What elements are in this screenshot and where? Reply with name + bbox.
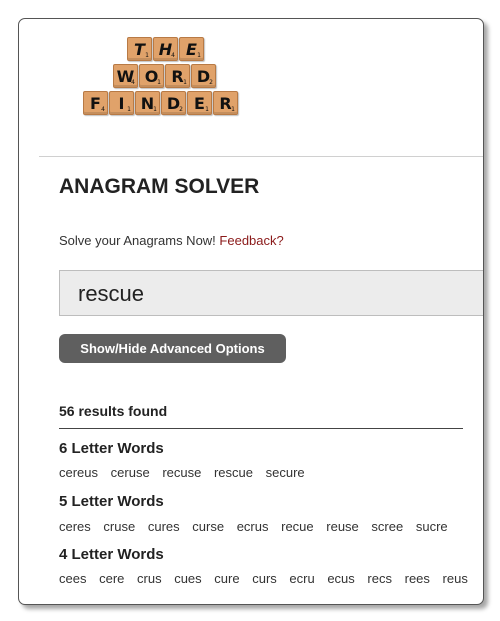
letters-search-input[interactable]: rescue (59, 270, 483, 316)
word-link[interactable]: recue (281, 519, 314, 534)
header-divider (39, 156, 483, 157)
word-link[interactable]: recuse (162, 465, 201, 480)
word-link[interactable]: ceruse (111, 465, 150, 480)
word-link[interactable]: recs (367, 571, 392, 586)
word-link[interactable]: cere (99, 571, 124, 586)
word-link[interactable]: rescue (214, 465, 253, 480)
logo-tile: W4 (113, 64, 138, 88)
logo-tile: E1 (187, 91, 212, 115)
word-link[interactable]: cues (174, 571, 201, 586)
word-link[interactable]: ecru (289, 571, 314, 586)
logo-tile: O1 (139, 64, 164, 88)
word-link[interactable]: cees (59, 571, 86, 586)
the-word-finder-logo[interactable]: T1 H4 E1 W4 O1 R1 D2 F4 I1 N1 D2 E1 R1 (83, 37, 247, 121)
group-title-5-letter: 5 Letter Words (59, 493, 164, 510)
word-link[interactable]: ceres (59, 519, 91, 534)
word-link[interactable]: curse (192, 519, 224, 534)
results-count: 56 results found (59, 403, 168, 419)
logo-tile: D2 (191, 64, 216, 88)
word-link[interactable]: secure (266, 465, 305, 480)
word-link[interactable]: reuse (326, 519, 359, 534)
logo-tile: T1 (127, 37, 152, 61)
word-link[interactable]: rees (405, 571, 430, 586)
word-list-6-letter: cereus ceruse recuse rescue secure (59, 465, 314, 480)
logo-tile: N1 (135, 91, 160, 115)
app-window: T1 H4 E1 W4 O1 R1 D2 F4 I1 N1 D2 E1 R1 A… (18, 18, 484, 605)
word-link[interactable]: curs (252, 571, 277, 586)
logo-tile: R1 (213, 91, 238, 115)
advanced-options-toggle-button[interactable]: Show/Hide Advanced Options (59, 334, 286, 363)
logo-tile: R1 (165, 64, 190, 88)
word-list-5-letter: ceres cruse cures curse ecrus recue reus… (59, 519, 457, 534)
group-title-4-letter: 4 Letter Words (59, 546, 164, 563)
word-link[interactable]: cruse (103, 519, 135, 534)
word-link[interactable]: sucre (416, 519, 448, 534)
word-link[interactable]: crus (137, 571, 162, 586)
logo-tile: H4 (153, 37, 178, 61)
page-subtitle: Solve your Anagrams Now! Feedback? (59, 233, 284, 248)
group-title-6-letter: 6 Letter Words (59, 440, 164, 457)
word-link[interactable]: ecus (327, 571, 354, 586)
word-link[interactable]: ecrus (237, 519, 269, 534)
logo-tile: D2 (161, 91, 186, 115)
word-link[interactable]: reus (443, 571, 468, 586)
word-list-4-letter: cees cere crus cues cure curs ecru ecus … (59, 571, 477, 586)
word-link[interactable]: cures (148, 519, 180, 534)
word-link[interactable]: cereus (59, 465, 98, 480)
logo-tile: I1 (109, 91, 134, 115)
logo-tile: F4 (83, 91, 108, 115)
results-divider (59, 428, 463, 429)
subtitle-text: Solve your Anagrams Now! (59, 233, 216, 248)
feedback-link[interactable]: Feedback? (219, 233, 283, 248)
word-link[interactable]: cure (214, 571, 239, 586)
word-link[interactable]: scree (371, 519, 403, 534)
page-title: ANAGRAM SOLVER (59, 175, 260, 198)
logo-tile: E1 (179, 37, 204, 61)
